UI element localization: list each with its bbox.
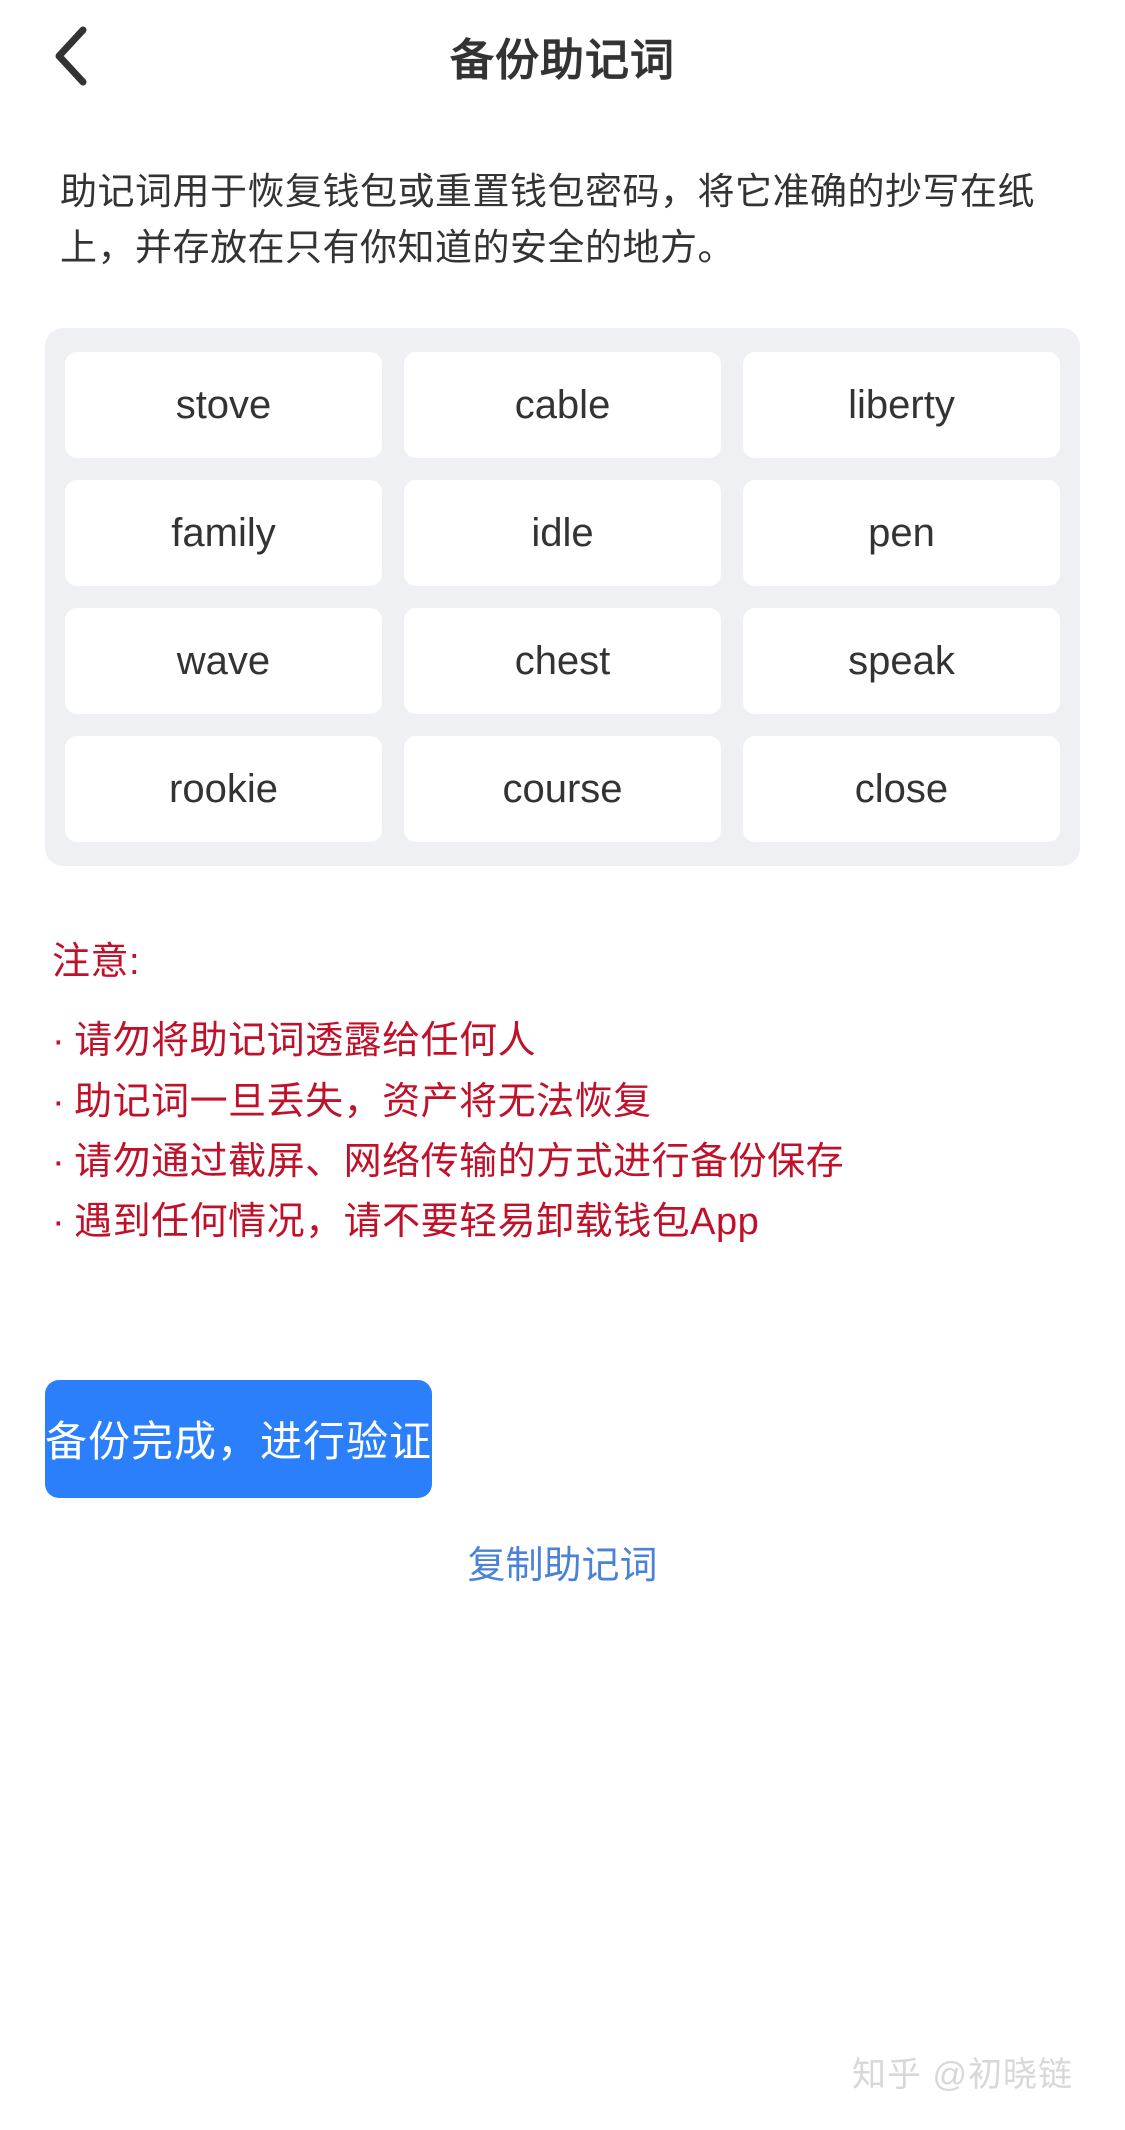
- mnemonic-word: stove: [65, 352, 382, 459]
- mnemonic-word: course: [404, 736, 721, 843]
- backup-mnemonic-screen: 备份助记词 助记词用于恢复钱包或重置钱包密码，将它准确的抄写在纸上，并存放在只有…: [0, 0, 1125, 2130]
- warning-item-label: 请勿将助记词透露给任何人: [74, 1020, 537, 1063]
- mnemonic-word: family: [65, 480, 382, 587]
- app-header: 备份助记词: [0, 0, 1125, 112]
- mnemonic-word: speak: [743, 608, 1060, 715]
- bullet-icon: ·: [52, 1200, 66, 1243]
- warning-item: · 助记词一旦丢失，资产将无法恢复: [52, 1072, 1073, 1132]
- warning-item-label: 助记词一旦丢失，资产将无法恢复: [74, 1080, 652, 1123]
- warning-item-label: 请勿通过截屏、网络传输的方式进行备份保存: [74, 1140, 845, 1183]
- mnemonic-word: liberty: [743, 352, 1060, 459]
- warning-item: · 请勿通过截屏、网络传输的方式进行备份保存: [52, 1132, 1073, 1192]
- bullet-icon: ·: [52, 1080, 66, 1123]
- warning-item: · 请勿将助记词透露给任何人: [52, 1011, 1073, 1071]
- back-button[interactable]: [34, 19, 108, 93]
- chevron-left-icon: [49, 25, 93, 87]
- mnemonic-word: rookie: [65, 736, 382, 843]
- verify-backup-button[interactable]: 备份完成，进行验证: [45, 1379, 433, 1498]
- mnemonic-word: close: [743, 736, 1060, 843]
- mnemonic-word: pen: [743, 480, 1060, 587]
- watermark: 知乎 @初晓链: [852, 2056, 1073, 2094]
- mnemonic-word: cable: [404, 352, 721, 459]
- description-text: 助记词用于恢复钱包或重置钱包密码，将它准确的抄写在纸上，并存放在只有你知道的安全…: [60, 171, 1035, 269]
- mnemonic-word: chest: [404, 608, 721, 715]
- mnemonic-word: wave: [65, 608, 382, 715]
- mnemonic-panel: stove cable liberty family idle pen wave…: [45, 328, 1080, 867]
- page-title: 备份助记词: [450, 36, 675, 85]
- mnemonic-grid: stove cable liberty family idle pen wave…: [65, 352, 1060, 843]
- bullet-icon: ·: [52, 1020, 66, 1063]
- warning-section: 注意: · 请勿将助记词透露给任何人 · 助记词一旦丢失，资产将无法恢复 · 请…: [52, 930, 1073, 1251]
- warning-list: · 请勿将助记词透露给任何人 · 助记词一旦丢失，资产将无法恢复 · 请勿通过截…: [52, 1011, 1073, 1251]
- mnemonic-word: idle: [404, 480, 721, 587]
- warning-item: · 遇到任何情况，请不要轻易卸载钱包App: [52, 1192, 1073, 1252]
- warning-item-label: 遇到任何情况，请不要轻易卸载钱包App: [74, 1200, 760, 1243]
- copy-mnemonic-link[interactable]: 复制助记词: [0, 1534, 1125, 1589]
- bullet-icon: ·: [52, 1140, 66, 1183]
- warning-title: 注意:: [52, 941, 141, 984]
